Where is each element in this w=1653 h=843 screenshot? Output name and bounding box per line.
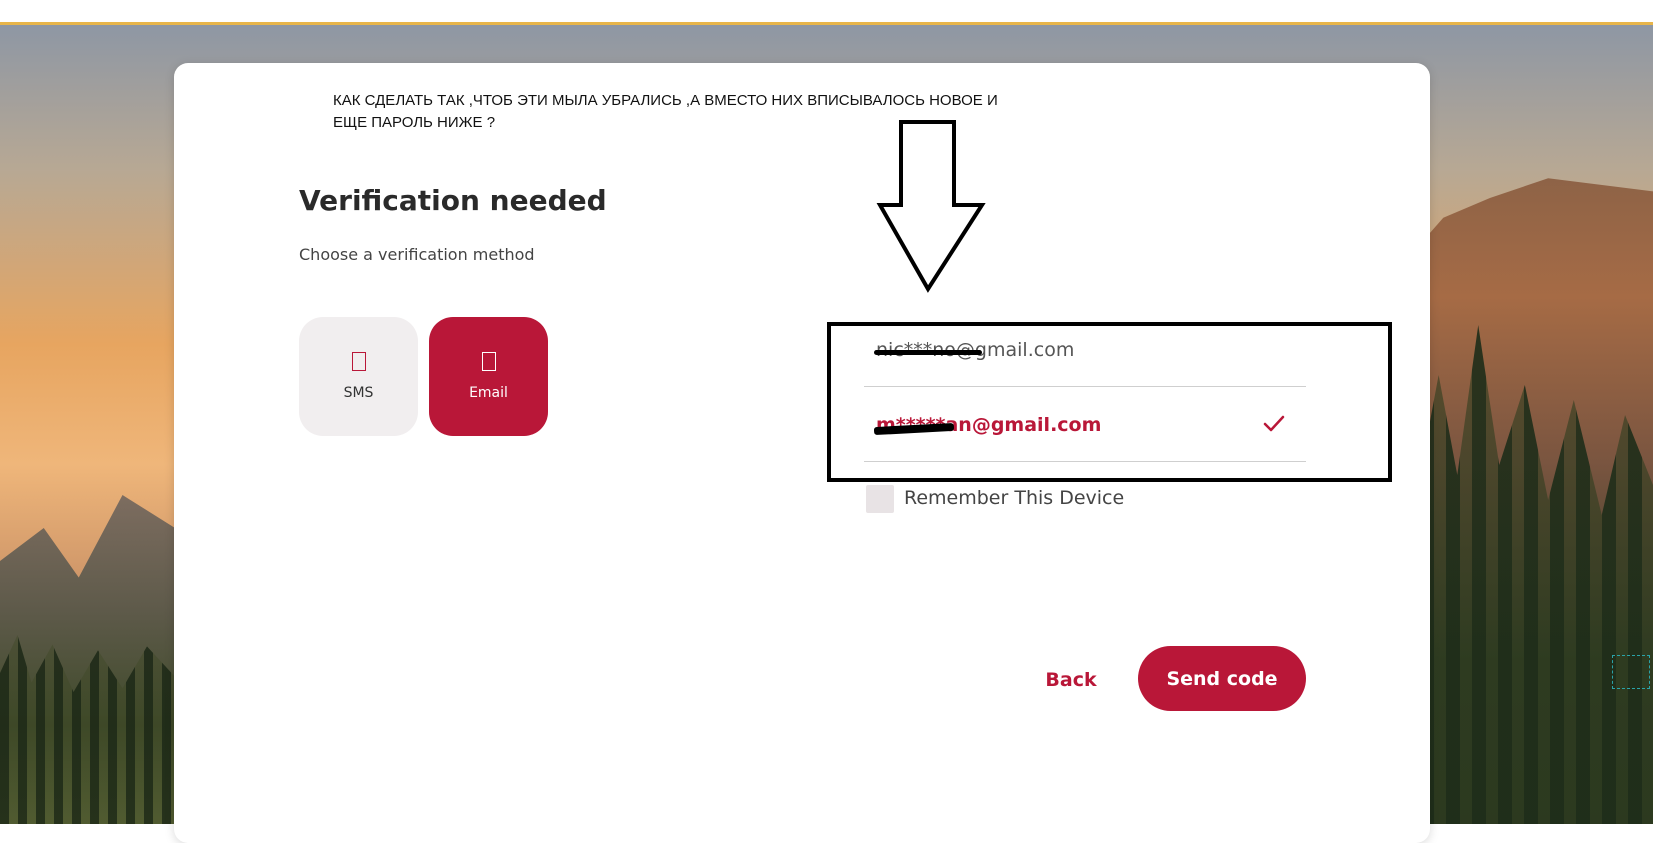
- edge-marker: [1612, 655, 1650, 689]
- page-title: Verification needed: [299, 184, 607, 217]
- remember-device-checkbox[interactable]: [866, 485, 894, 513]
- mail-icon: [481, 352, 496, 371]
- sms-method-label: SMS: [343, 385, 374, 401]
- annotation-line-1: КАК СДЕЛАТЬ ТАК ,ЧТОБ ЭТИ МЫЛА УБРАЛИСЬ …: [333, 92, 998, 109]
- sms-method-button[interactable]: SMS: [299, 317, 418, 436]
- back-button[interactable]: Back: [1030, 663, 1112, 697]
- email-method-button[interactable]: Email: [429, 317, 548, 436]
- email-method-label: Email: [469, 385, 508, 401]
- down-arrow-annotation: [876, 120, 986, 293]
- browser-top-strip: [0, 0, 1653, 22]
- annotation-highlight-box: [827, 322, 1392, 482]
- remember-device-label: Remember This Device: [904, 487, 1125, 509]
- page-subtitle: Choose a verification method: [299, 245, 535, 264]
- send-code-button[interactable]: Send code: [1138, 646, 1306, 711]
- phone-icon: [351, 352, 366, 371]
